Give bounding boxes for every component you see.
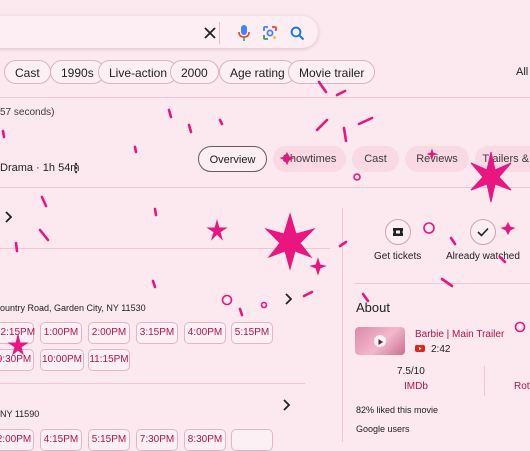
column-divider — [342, 208, 343, 442]
showtime-button[interactable]: 12:15PM — [0, 322, 35, 344]
sparkle-streak — [1, 129, 6, 139]
sparkle-streak — [302, 290, 314, 298]
sparkle-streak — [357, 116, 374, 126]
sparkle-streak — [238, 307, 244, 317]
sparkle-streak — [153, 207, 158, 217]
theater-address: ountry Road, Garden City, NY 11530 — [0, 303, 146, 313]
divider — [0, 383, 305, 384]
already-watched-label[interactable]: Already watched — [446, 251, 520, 262]
chevron-right-icon[interactable] — [284, 292, 293, 310]
trailer-thumbnail[interactable] — [355, 327, 405, 355]
liked-percentage: 82% liked this movie — [356, 405, 439, 415]
showtime-button[interactable]: 4:15PM — [40, 429, 82, 451]
get-tickets-label[interactable]: Get tickets — [374, 251, 421, 262]
showtime-button[interactable]: 2:00PM — [0, 429, 34, 451]
chip-2000[interactable]: 2000 — [170, 60, 219, 84]
rating-divider — [484, 366, 485, 396]
sparkle-streak — [187, 123, 193, 134]
sparkle-star-icon — [206, 219, 228, 241]
sparkle-streak — [449, 236, 457, 246]
showtime-button[interactable]: 5:15PM — [88, 429, 130, 451]
showtime-button[interactable]: 3:15PM — [136, 322, 178, 344]
tab-showtimes[interactable]: Showtimes — [273, 146, 346, 172]
results-stats: 57 seconds) — [0, 107, 55, 118]
sparkle-streak — [14, 241, 19, 253]
sparkle-streak — [151, 279, 157, 289]
all-filters-link[interactable]: All — [516, 66, 528, 78]
showtime-button[interactable]: 8:30PM — [184, 429, 226, 451]
close-icon[interactable] — [201, 24, 219, 42]
chip-live-action[interactable]: Live-action — [98, 60, 179, 84]
microphone-icon[interactable] — [235, 24, 253, 42]
divider — [0, 187, 530, 188]
showtime-button[interactable]: 7:30PM — [136, 429, 178, 451]
play-icon — [374, 335, 386, 347]
chip-1990s[interactable]: 1990s — [50, 60, 105, 84]
chevron-right-icon[interactable] — [282, 398, 291, 416]
theater-address: NY 11590 — [0, 409, 40, 419]
search-icon[interactable] — [288, 24, 306, 42]
filter-chips: Cast 1990s Live-action 2000 Age rating M… — [0, 60, 530, 86]
chip-movie-trailer[interactable]: Movie trailer — [288, 60, 376, 84]
showtime-button[interactable]: 2:00PM — [88, 322, 130, 344]
sparkle-streak — [218, 118, 224, 126]
sparkle-streak — [338, 240, 348, 248]
rating-source-link[interactable]: IMDb — [404, 381, 428, 392]
sparkle-streak — [342, 126, 348, 143]
trailer-title-link[interactable]: Barbie | Main Trailer — [415, 329, 504, 340]
rating-source-link[interactable]: Rott — [514, 381, 530, 392]
divider — [0, 97, 530, 98]
sparkle-streak — [38, 228, 50, 242]
sparkle-ring — [221, 294, 233, 306]
chevron-right-icon[interactable] — [4, 210, 13, 228]
search-divider — [219, 22, 220, 44]
movie-tabs: Overview Showtimes Cast Reviews Trailers… — [0, 146, 530, 172]
sparkle-ring — [260, 301, 268, 309]
liked-source: Google users — [356, 424, 410, 434]
ticket-icon[interactable] — [385, 219, 411, 245]
about-heading: About — [356, 300, 390, 315]
showtime-button[interactable]: 5:15PM — [231, 322, 273, 344]
sparkle-streak — [167, 108, 173, 119]
showtime-button[interactable]: 10:00PM — [40, 349, 84, 371]
trailer-duration: 2:42 — [431, 344, 451, 355]
showtime-button[interactable] — [231, 429, 273, 451]
tab-reviews[interactable]: Reviews — [405, 146, 469, 172]
rating-value: 7.5/10 — [397, 366, 425, 377]
sparkle-star-icon — [309, 257, 327, 276]
tab-trailers[interactable]: Trailers & c — [475, 146, 530, 172]
sparkle-streak — [40, 195, 48, 208]
divider — [355, 283, 530, 284]
tab-overview[interactable]: Overview — [198, 146, 267, 172]
sparkle-star-icon — [264, 212, 316, 271]
showtime-button[interactable]: 11:15PM — [88, 349, 130, 371]
chip-age-rating[interactable]: Age rating — [219, 60, 296, 84]
chip-cast[interactable]: Cast — [4, 60, 51, 84]
divider — [0, 248, 330, 249]
youtube-icon — [415, 345, 425, 352]
showtime-button[interactable]: 1:00PM — [40, 322, 82, 344]
camera-lens-icon[interactable] — [261, 24, 279, 42]
sparkle-streak — [335, 89, 347, 97]
tab-cast[interactable]: Cast — [352, 146, 399, 172]
sparkle-streak — [315, 118, 329, 132]
showtime-button[interactable]: 4:00PM — [184, 322, 226, 344]
showtime-button[interactable]: 9:30PM — [0, 349, 34, 371]
sparkle-ring — [514, 321, 526, 333]
sparkle-ring — [423, 222, 435, 234]
sparkle-star-icon — [500, 221, 516, 236]
sparkle-ring — [353, 173, 361, 181]
checkmark-icon[interactable] — [470, 219, 496, 245]
